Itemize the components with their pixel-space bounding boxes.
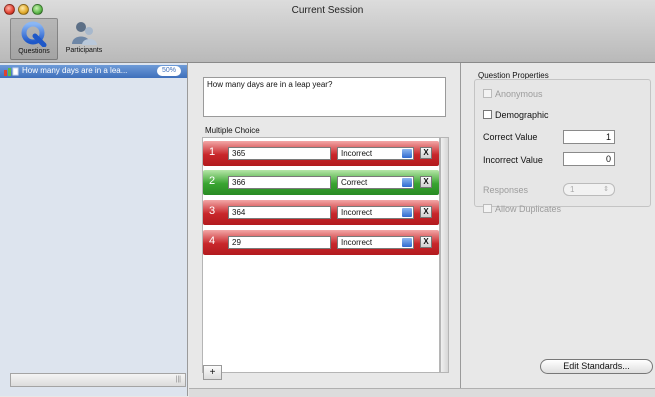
demographic-checkbox-row: Demographic bbox=[483, 110, 549, 120]
allow-duplicates-checkbox-row: Allow Duplicates bbox=[483, 204, 561, 214]
answer-status-value: Correct bbox=[341, 178, 368, 187]
participants-toolbar-label: Participants bbox=[65, 47, 103, 54]
stepper-arrows-icon[interactable]: ⇕ bbox=[603, 184, 609, 195]
sidebar-question-label: How many days are in a lea... bbox=[22, 66, 128, 75]
multiple-choice-title: Multiple Choice bbox=[205, 126, 260, 135]
answer-value-field[interactable]: 365 bbox=[228, 147, 331, 160]
delete-answer-button[interactable]: X bbox=[420, 206, 432, 218]
answers-scrollbar[interactable] bbox=[440, 137, 449, 373]
answers-panel: 1 365 Incorrect X 2 366 Correct X 3 364 … bbox=[202, 137, 440, 373]
dropdown-arrow-icon[interactable] bbox=[402, 149, 412, 158]
answer-number: 2 bbox=[209, 175, 216, 187]
delete-answer-button[interactable]: X bbox=[420, 147, 432, 159]
question-text-area[interactable]: How many days are in a leap year? bbox=[203, 77, 446, 117]
anonymous-checkbox[interactable] bbox=[483, 89, 492, 98]
questions-toolbar-label: Questions bbox=[18, 48, 50, 55]
answer-number: 1 bbox=[209, 146, 216, 158]
sidebar-question-item[interactable]: How many days are in a lea... 50% bbox=[0, 65, 187, 78]
responses-value: 1 bbox=[570, 185, 575, 194]
answer-status-select[interactable]: Incorrect bbox=[337, 206, 414, 219]
dropdown-arrow-icon[interactable] bbox=[402, 178, 412, 187]
correct-value-field[interactable]: 1 bbox=[563, 130, 615, 144]
edit-standards-button[interactable]: Edit Standards... bbox=[540, 359, 653, 374]
answer-row: 3 364 Incorrect X bbox=[203, 200, 439, 225]
sidebar-bottom-bar: ||| bbox=[10, 373, 186, 387]
properties-group: Anonymous Demographic Correct Value 1 In… bbox=[474, 79, 651, 214]
anonymous-label: Anonymous bbox=[495, 89, 543, 99]
answer-value-field[interactable]: 29 bbox=[228, 236, 331, 249]
answer-status-select[interactable]: Incorrect bbox=[337, 236, 414, 249]
responses-label: Responses bbox=[483, 185, 529, 195]
questions-icon bbox=[21, 21, 47, 47]
answer-status-value: Incorrect bbox=[341, 238, 373, 247]
demographic-checkbox[interactable] bbox=[483, 110, 492, 119]
answer-row: 4 29 Incorrect X bbox=[203, 230, 439, 255]
answer-value-field[interactable]: 364 bbox=[228, 206, 331, 219]
add-answer-button[interactable]: + bbox=[203, 365, 222, 380]
window-title: Current Session bbox=[291, 5, 364, 16]
answer-number: 4 bbox=[209, 235, 216, 247]
delete-answer-button[interactable]: X bbox=[420, 176, 432, 188]
bar-chart-icon bbox=[4, 67, 19, 76]
answer-status-value: Incorrect bbox=[341, 149, 373, 158]
incorrect-value-label: Incorrect Value bbox=[483, 155, 543, 165]
delete-answer-button[interactable]: X bbox=[420, 236, 432, 248]
sidebar-question-percent-badge: 50% bbox=[156, 66, 181, 76]
answer-status-select[interactable]: Correct bbox=[337, 176, 414, 189]
answer-row: 1 365 Incorrect X bbox=[203, 141, 439, 166]
questions-sidebar: How many days are in a lea... 50% ||| bbox=[0, 63, 188, 396]
participants-toolbar-button[interactable]: Participants bbox=[60, 18, 108, 60]
answer-status-select[interactable]: Incorrect bbox=[337, 147, 414, 160]
question-editor: How many days are in a leap year? Multip… bbox=[189, 63, 459, 396]
dropdown-arrow-icon[interactable] bbox=[402, 208, 412, 217]
question-properties-panel: Question Properties Anonymous Demographi… bbox=[461, 63, 655, 396]
incorrect-value-field[interactable]: 0 bbox=[563, 152, 615, 166]
answer-status-value: Incorrect bbox=[341, 208, 373, 217]
questions-toolbar-button[interactable]: Questions bbox=[10, 18, 58, 60]
dropdown-arrow-icon[interactable] bbox=[402, 238, 412, 247]
resize-grip-icon[interactable]: ||| bbox=[176, 376, 181, 383]
answer-value-field[interactable]: 366 bbox=[228, 176, 331, 189]
window-titlebar: Current Session Questions Participants bbox=[0, 0, 655, 63]
responses-select[interactable]: 1 ⇕ bbox=[563, 183, 615, 196]
answer-row: 2 366 Correct X bbox=[203, 170, 439, 195]
demographic-label: Demographic bbox=[495, 110, 549, 120]
correct-value-label: Correct Value bbox=[483, 132, 538, 142]
answer-number: 3 bbox=[209, 205, 216, 217]
allow-duplicates-checkbox[interactable] bbox=[483, 204, 492, 213]
question-text: How many days are in a leap year? bbox=[207, 80, 333, 89]
participants-icon bbox=[72, 22, 97, 45]
allow-duplicates-label: Allow Duplicates bbox=[495, 204, 562, 214]
anonymous-checkbox-row: Anonymous bbox=[483, 89, 543, 99]
